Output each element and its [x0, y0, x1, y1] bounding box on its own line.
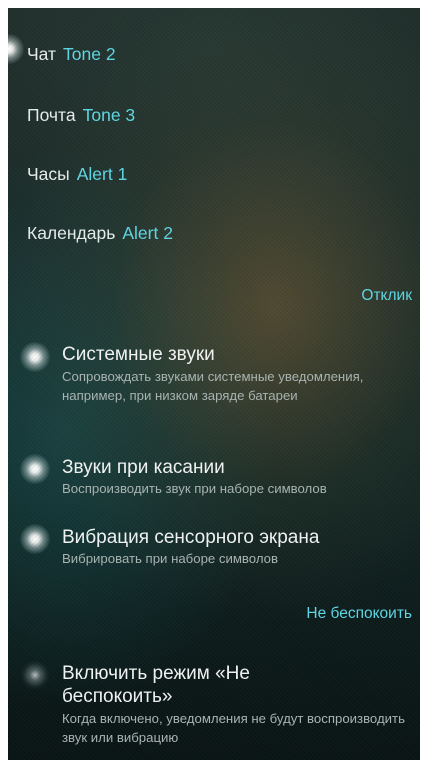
glow-dot-icon[interactable]: [20, 524, 50, 554]
toggle-touch-sounds[interactable]: Звуки при касании Воспроизводить звук пр…: [8, 452, 420, 502]
toggle-touch-vibration[interactable]: Вибрация сенсорного экрана Вибрировать п…: [8, 522, 420, 572]
ringtone-value: Tone 3: [82, 104, 136, 125]
toggle-description: Сопровождать звуками системные уведомлен…: [62, 369, 364, 403]
section-header-dnd: Не беспокоить: [306, 605, 412, 622]
ringtone-value: Alert 2: [122, 222, 173, 243]
sound-settings-screen: Чат Tone 2 Почта Tone 3 Часы Alert 1 Кал…: [8, 8, 420, 760]
ringtone-label: Почта: [27, 104, 76, 125]
ringtone-label: Часы: [27, 163, 70, 184]
toggle-indicator-icon: [8, 34, 24, 64]
toggle-title: Системные звуки: [62, 344, 215, 365]
toggle-title: Включить режим «Не беспокоить»: [62, 663, 250, 707]
ringtone-row-chat[interactable]: Чат Tone 2: [27, 34, 116, 74]
toggle-do-not-disturb[interactable]: Включить режим «Не беспокоить» Когда вкл…: [8, 658, 420, 758]
ringtone-row-mail[interactable]: Почта Tone 3: [27, 95, 135, 135]
toggle-title: Звуки при касании: [62, 457, 225, 478]
ringtone-label: Календарь: [27, 222, 116, 243]
ringtone-value: Alert 1: [76, 163, 128, 184]
toggle-description: Когда включено, уведомления не будут вос…: [62, 711, 405, 745]
section-header-feedback: Отклик: [361, 287, 412, 304]
ringtone-row-calendar[interactable]: Календарь Alert 2: [27, 213, 173, 253]
glow-dot-icon[interactable]: [20, 660, 50, 690]
glow-dot-icon[interactable]: [20, 454, 50, 484]
toggle-title: Вибрация сенсорного экрана: [62, 527, 320, 548]
ringtone-label: Чат: [27, 43, 57, 64]
glow-dot-icon[interactable]: [20, 342, 50, 372]
toggle-system-sounds[interactable]: Системные звуки Сопровождать звуками сис…: [8, 338, 420, 432]
toggle-description: Вибрировать при наборе символов: [62, 551, 279, 566]
ringtone-row-clock[interactable]: Часы Alert 1: [27, 154, 127, 194]
ringtone-value: Tone 2: [63, 43, 116, 64]
toggle-description: Воспроизводить звук при наборе символов: [62, 481, 327, 496]
